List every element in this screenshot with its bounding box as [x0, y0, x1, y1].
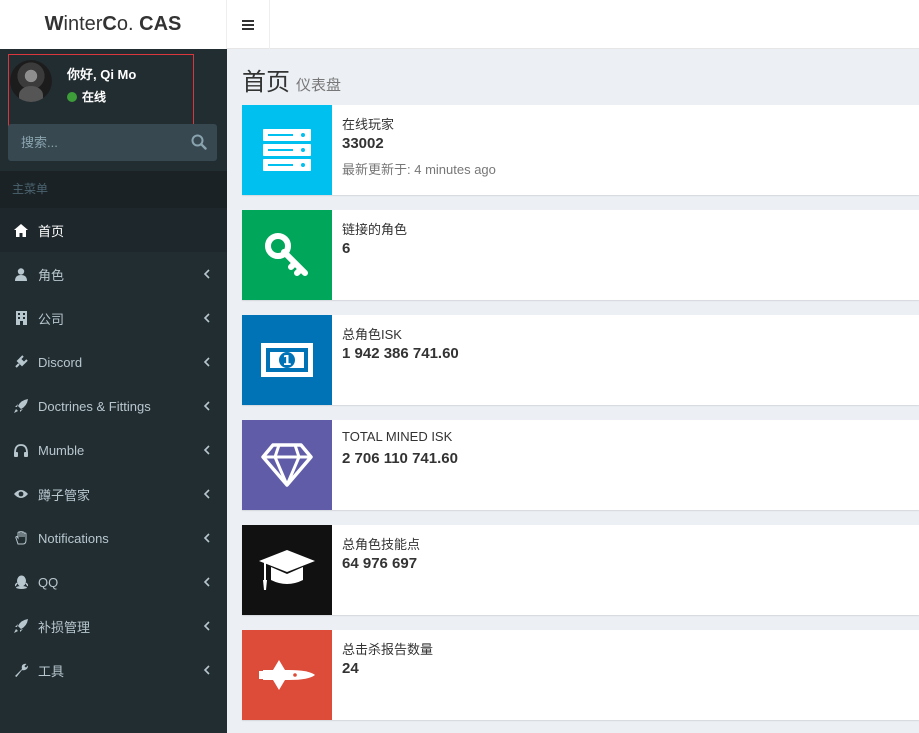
info-box-value: 64 976 697 [342, 555, 418, 572]
hamburger-icon [242, 19, 254, 22]
building-icon [14, 311, 28, 325]
info-box-total-mined-isk: TOTAL MINED ISK 2 706 110 741.60 [242, 420, 919, 510]
info-box-value: 1 942 386 741.60 [342, 345, 459, 362]
money-icon: 1 [242, 315, 332, 405]
sidebar-item-label: 补损管理 [38, 619, 91, 635]
sidebar-item-doctrines[interactable]: Doctrines & Fittings [0, 384, 227, 428]
server-icon [242, 105, 332, 195]
info-box-value: 33002 [342, 135, 384, 152]
info-box-description: 最新更新于: 4 minutes ago [342, 162, 496, 177]
chevron-left-icon [203, 577, 210, 587]
wrench-icon [14, 663, 28, 677]
key-icon [242, 210, 332, 300]
logo-letter-w: W [44, 13, 64, 35]
content-header: 首页 仪表盘 [242, 62, 341, 97]
headphones-icon [14, 443, 28, 457]
chevron-left-icon [203, 621, 210, 631]
search-input[interactable] [8, 124, 183, 161]
search-icon[interactable] [191, 134, 207, 150]
info-box-online-players: 在线玩家 33002 最新更新于: 4 minutes ago [242, 105, 919, 195]
chevron-left-icon [203, 313, 210, 323]
space-shuttle-icon [242, 630, 332, 720]
info-box-total-skillpoints: 总角色技能点 64 976 697 [242, 525, 919, 615]
sidebar-menu: 首页 角色 公司 Discord Doctrines & Fittings Mu… [0, 208, 227, 692]
sidebar: 你好, Qi Mo 在线 主菜单 首页 角色 [0, 49, 227, 733]
info-box-linked-characters: 链接的角色 6 [242, 210, 919, 300]
home-icon [14, 223, 28, 237]
info-box-value: 2 706 110 741.60 [342, 450, 458, 467]
chevron-left-icon [203, 489, 210, 499]
sidebar-toggle-button[interactable] [227, 0, 270, 49]
info-box-label: TOTAL MINED ISK [342, 429, 453, 444]
user-panel-highlight [8, 54, 194, 135]
sidebar-item-label: 蹲子管家 [38, 487, 91, 503]
sidebar-item-discord[interactable]: Discord [0, 340, 227, 384]
info-box-total-killmails: 总击杀报告数量 24 [242, 630, 919, 720]
page-subtitle: 仪表盘 [296, 77, 342, 94]
info-box-value: 6 [342, 240, 351, 257]
info-box-label: 总击杀报告数量 [342, 642, 434, 657]
chevron-left-icon [203, 269, 210, 279]
main-menu-header: 主菜单 [0, 171, 227, 208]
chevron-left-icon [203, 445, 210, 455]
qq-icon [14, 575, 28, 589]
sidebar-item-qq[interactable]: QQ [0, 560, 227, 604]
sidebar-item-label: Doctrines & Fittings [38, 398, 151, 414]
chevron-left-icon [203, 357, 210, 367]
info-box-label: 总角色技能点 [342, 537, 421, 552]
app-logo[interactable]: WinterCo. CAS [0, 0, 227, 49]
top-navbar [227, 0, 919, 49]
info-box-label: 总角色ISK [342, 327, 402, 342]
hamburger-icon-line [242, 23, 254, 26]
chevron-left-icon [203, 533, 210, 543]
logo-letter-c: C [102, 13, 117, 35]
sidebar-item-label: Mumble [38, 442, 85, 458]
sidebar-item-corporation[interactable]: 公司 [0, 296, 227, 340]
info-box-label: 链接的角色 [342, 222, 408, 237]
user-icon [14, 267, 28, 281]
info-box-label: 在线玩家 [342, 117, 395, 132]
plug-icon [14, 355, 28, 369]
svg-text:1: 1 [282, 354, 291, 369]
graduation-cap-icon [242, 525, 332, 615]
sidebar-item-characters[interactable]: 角色 [0, 252, 227, 296]
sidebar-item-label: Discord [38, 354, 83, 370]
sidebar-item-label: 工具 [38, 663, 65, 679]
chevron-left-icon [203, 665, 210, 675]
page-title: 首页 [242, 68, 290, 96]
sidebar-item-tools[interactable]: 工具 [0, 648, 227, 692]
sidebar-item-srp[interactable]: 补损管理 [0, 604, 227, 648]
sidebar-item-label: 首页 [38, 223, 65, 239]
logo-text-1: inter [63, 13, 103, 35]
hamburger-icon-line [242, 27, 254, 30]
sidebar-item-label: Notifications [38, 530, 109, 546]
diamond-icon [242, 420, 332, 510]
sidebar-item-notifications[interactable]: Notifications [0, 516, 227, 560]
info-box-value: 24 [342, 660, 359, 677]
sidebar-item-label: QQ [38, 574, 59, 590]
eye-icon [14, 487, 28, 501]
logo-text-2: o. [116, 13, 140, 35]
sidebar-item-watcher[interactable]: 蹲子管家 [0, 472, 227, 516]
sidebar-search [8, 124, 217, 161]
info-box-total-isk: 1 总角色ISK 1 942 386 741.60 [242, 315, 919, 405]
rocket-icon [14, 399, 28, 413]
hand-icon [14, 531, 28, 545]
sidebar-item-mumble[interactable]: Mumble [0, 428, 227, 472]
sidebar-item-label: 公司 [38, 311, 65, 327]
sidebar-item-home[interactable]: 首页 [0, 208, 227, 252]
chevron-left-icon [203, 401, 210, 411]
logo-text-cas: CAS [139, 13, 182, 35]
sidebar-item-label: 角色 [38, 267, 65, 283]
rocket-icon [14, 619, 28, 633]
